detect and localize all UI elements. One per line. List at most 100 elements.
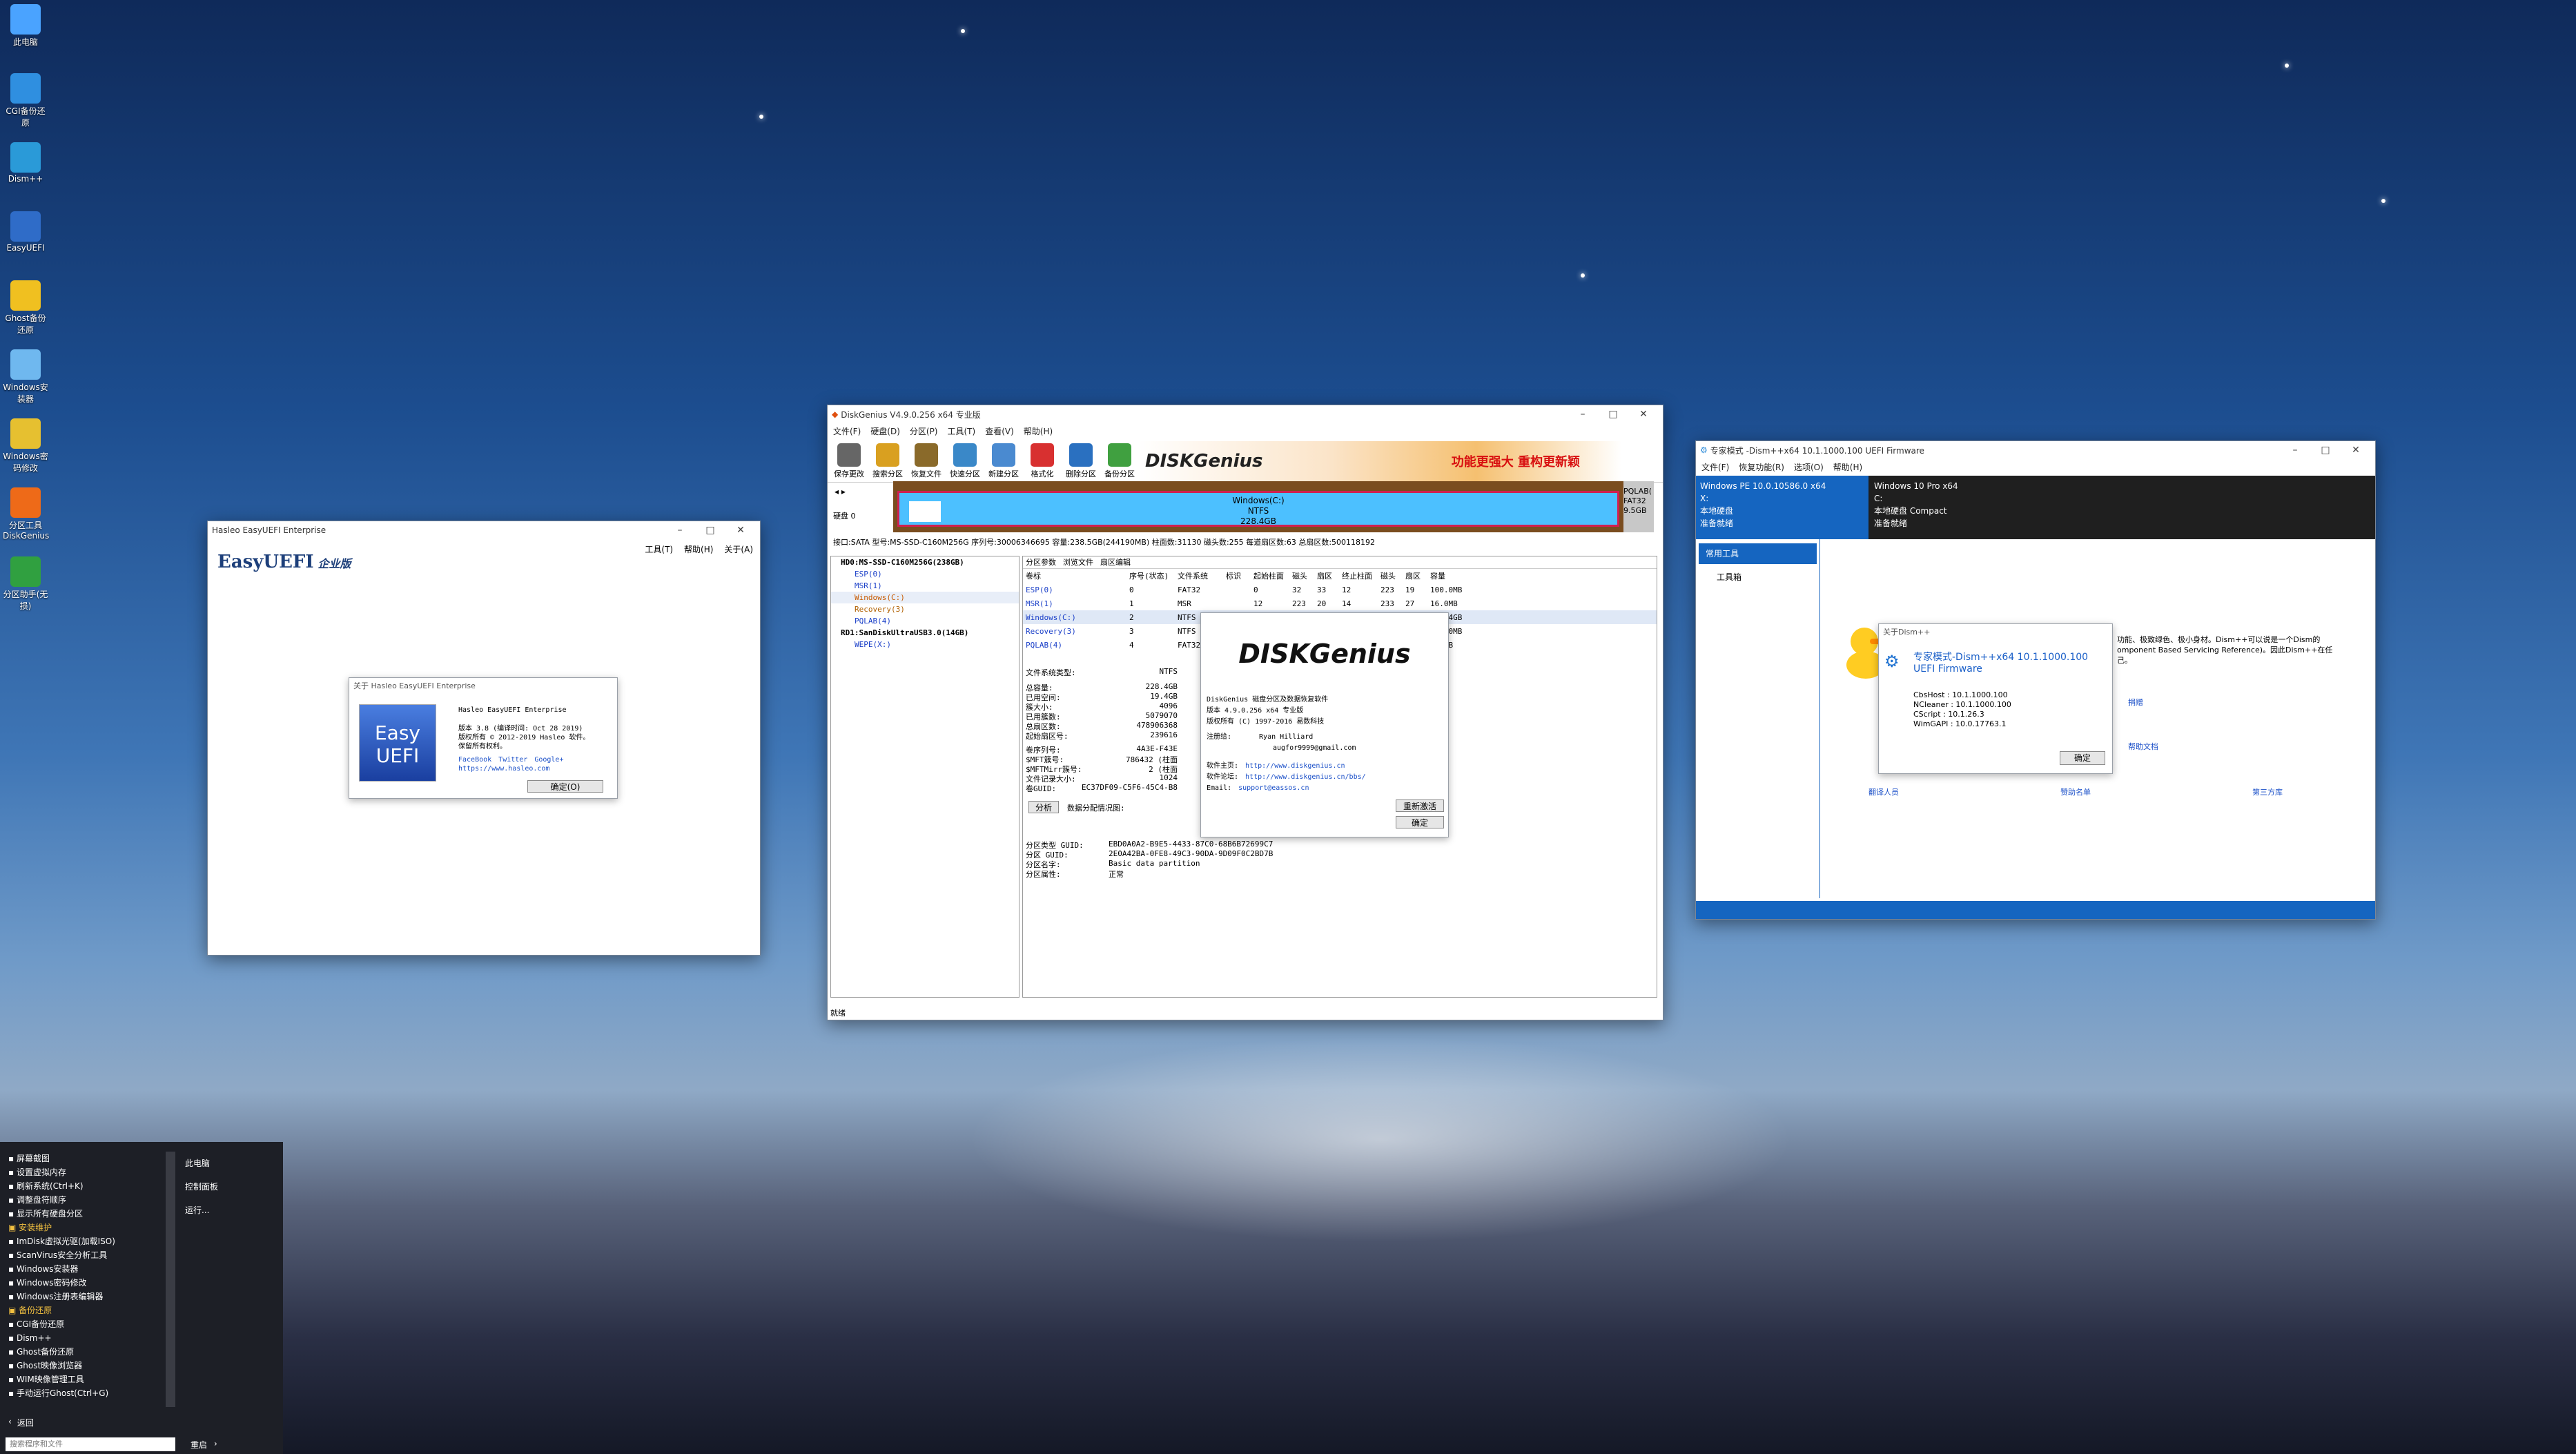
desktop-icon[interactable]: 分区工具DiskGenius [3,487,49,541]
shortcut-item[interactable]: 此电脑 [185,1152,282,1175]
back-row[interactable]: ‹ 返回 [8,1417,34,1428]
menu-item[interactable]: 选项(O) [1794,461,1824,473]
easyuefi-titlebar[interactable]: Hasleo EasyUEFI Enterprise – □ ✕ [208,521,760,539]
facebook-link[interactable]: FaceBook [458,755,491,764]
ok-button[interactable]: 确定 [2060,751,2105,765]
column-header[interactable]: 磁头 [1289,570,1314,581]
column-header[interactable]: 卷标 [1023,570,1126,581]
desktop-icon[interactable]: 此电脑 [3,4,48,48]
shortcut-item[interactable]: 控制面板 [185,1175,282,1199]
partition-windows-block[interactable]: Windows(C:) NTFS 228.4GB [897,491,1619,527]
toolbar-button[interactable]: 快速分区 [946,443,984,479]
desktop-icon[interactable]: Ghost备份还原 [3,280,48,336]
diskgenius-window[interactable]: ◆ DiskGenius V4.9.0.256 x64 专业版 – □ ✕ 文件… [827,405,1663,1020]
desktop-icon[interactable]: Dism++ [3,142,48,184]
twitter-link[interactable]: Twitter [498,755,527,764]
tab[interactable]: 浏览文件 [1063,556,1093,568]
menu-item[interactable]: 文件(F) [1701,461,1729,473]
desktop-icon[interactable]: CGI备份还原 [3,73,48,128]
reactivate-button[interactable]: 重新激活 [1396,799,1444,812]
program-item[interactable]: ▪ Windows注册表编辑器 [8,1290,166,1303]
program-item[interactable]: ▪ 设置虚拟内存 [8,1165,166,1179]
dism-titlebar[interactable]: ⚙ 专家模式 -Dism++x64 10.1.1000.100 UEFI Fir… [1696,441,2375,459]
minimize-icon[interactable]: – [1568,409,1598,420]
menu-item[interactable]: 恢复功能(R) [1739,461,1784,473]
program-item[interactable]: ▪ 刷新系统(Ctrl+K) [8,1179,166,1193]
forum-link[interactable]: http://www.diskgenius.cn/bbs/ [1245,772,1366,783]
column-header[interactable]: 扇区 [1314,570,1339,581]
sponsors-link[interactable]: 赞助名单 [2060,786,2091,797]
menu-tools[interactable]: 工具(T) [645,543,673,555]
program-item[interactable]: ▪ Dism++ [8,1331,166,1345]
close-icon[interactable]: ✕ [2341,445,2371,456]
sidebar-item-common-tools[interactable]: 常用工具 [1699,543,1817,564]
tree-item[interactable]: RD1:SanDiskUltraUSB3.0(14GB) [831,627,1019,639]
column-header[interactable]: 终止柱面 [1339,570,1378,581]
mail-link[interactable]: support@eassos.cn [1238,783,1309,794]
menu-item[interactable]: 分区(P) [910,425,938,437]
column-header[interactable]: 标识 [1223,570,1251,581]
diskgenius-titlebar[interactable]: ◆ DiskGenius V4.9.0.256 x64 专业版 – □ ✕ [828,405,1663,423]
sidebar-item-toolbox[interactable]: 工具箱 [1699,568,1817,586]
program-item[interactable]: ▪ ScanVirus安全分析工具 [8,1248,166,1262]
third-party-link[interactable]: 第三方库 [2252,786,2283,797]
menu-item[interactable]: 工具(T) [948,425,976,437]
program-list-scrollbar[interactable] [166,1152,175,1407]
partition-pqlab-block[interactable]: PQLAB( FAT32 9.5GB [1623,481,1654,532]
disk-nav-arrows[interactable]: ◂ ▸ [835,487,846,496]
tree-item[interactable]: ESP(0) [831,568,1019,580]
column-header[interactable]: 扇区 [1403,570,1427,581]
tree-item[interactable]: Recovery(3) [831,603,1019,615]
translators-link[interactable]: 翻译人员 [1868,786,1899,797]
menu-about[interactable]: 关于(A) [724,543,753,555]
minimize-icon[interactable]: – [665,525,695,536]
toolbar-button[interactable]: 删除分区 [1062,443,1100,479]
column-header[interactable]: 磁头 [1378,570,1403,581]
google-link[interactable]: Google+ [534,755,563,764]
program-item[interactable]: ▪ Ghost备份还原 [8,1345,166,1359]
shortcut-item[interactable]: 运行... [185,1199,282,1222]
program-item[interactable]: ▪ ImDisk虚拟光驱(加载ISO) [8,1234,166,1248]
image-tab-pe[interactable]: Windows PE 10.0.10586.0 x64 X: 本地硬盘 准备就绪 [1696,476,1868,539]
tree-item[interactable]: HD0:MS-SSD-C160M256G(238GB) [831,556,1019,568]
toolbar-button[interactable]: 备份分区 [1101,443,1138,479]
close-icon[interactable]: ✕ [1628,409,1659,420]
program-item[interactable]: ▪ Ghost映像浏览器 [8,1359,166,1373]
program-item[interactable]: ▪ 显示所有硬盘分区 [8,1207,166,1221]
toolbar-button[interactable]: 新建分区 [985,443,1022,479]
column-header[interactable]: 序号(状态) [1126,570,1175,581]
program-item[interactable]: ▪ WIM映像管理工具 [8,1373,166,1386]
menu-item[interactable]: 查看(V) [985,425,1014,437]
ok-button[interactable]: 确定(O) [527,780,603,793]
desktop-icon[interactable]: Windows密码修改 [3,418,48,474]
analyze-button[interactable]: 分析 [1028,801,1059,813]
column-header[interactable]: 起始柱面 [1251,570,1289,581]
desktop-icon[interactable]: Windows安装器 [3,349,48,405]
program-item[interactable]: ▪ 屏幕截图 [8,1152,166,1165]
image-tab-win10[interactable]: Windows 10 Pro x64 C: 本地硬盘 Compact 准备就绪 [1870,476,2077,539]
toolbar-button[interactable]: 搜索分区 [869,443,906,479]
menu-item[interactable]: 文件(F) [833,425,861,437]
tab[interactable]: 分区参数 [1026,556,1056,568]
close-icon[interactable]: ✕ [725,525,756,536]
dism-window[interactable]: ⚙ 专家模式 -Dism++x64 10.1.1000.100 UEFI Fir… [1695,440,2376,920]
tree-item[interactable]: PQLAB(4) [831,615,1019,627]
restart-button[interactable]: 重启 › [191,1439,217,1451]
maximize-icon[interactable]: □ [695,525,725,536]
program-item[interactable]: ▪ Windows安装器 [8,1262,166,1276]
table-row[interactable]: ESP(0) 0 FAT32 0 32 33 12 223 19 100.0MB [1023,583,1657,597]
maximize-icon[interactable]: □ [2310,445,2341,456]
home-link[interactable]: http://www.diskgenius.cn [1245,761,1345,772]
program-folder[interactable]: ▣ 备份还原 [8,1303,166,1317]
column-header[interactable]: 文件系统 [1175,570,1223,581]
menu-help[interactable]: 帮助(H) [684,543,713,555]
column-header[interactable]: 容量 [1427,570,1476,581]
toolbar-button[interactable]: 格式化 [1024,443,1061,479]
tab[interactable]: 扇区编辑 [1100,556,1131,568]
program-item[interactable]: ▪ Windows密码修改 [8,1276,166,1290]
tree-item[interactable]: MSR(1) [831,580,1019,592]
ok-button[interactable]: 确定 [1396,816,1444,828]
program-item[interactable]: ▪ 调整盘符顺序 [8,1193,166,1207]
website-link[interactable]: https://www.hasleo.com [458,764,589,773]
program-folder[interactable]: ▣ 安装维护 [8,1221,166,1234]
